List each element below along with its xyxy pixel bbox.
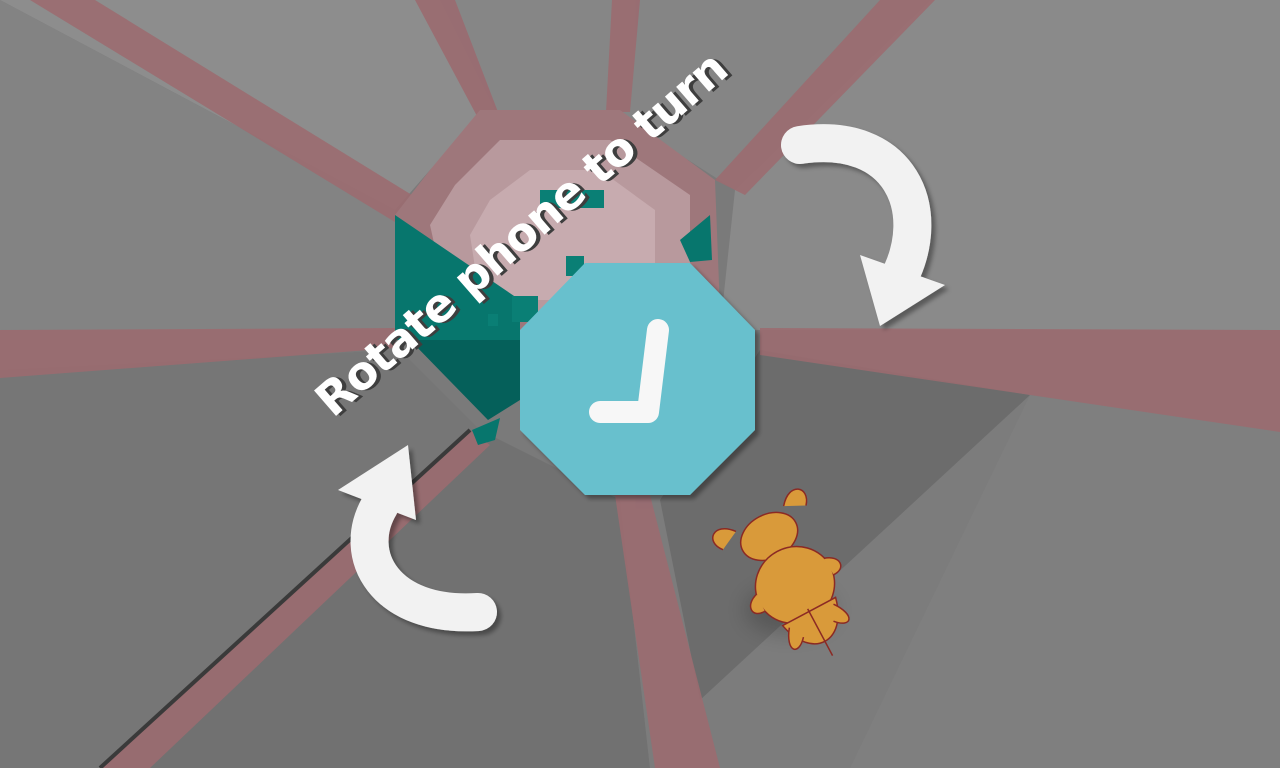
game-scene: Rotate phone to turn Rotate phone to tur…: [0, 0, 1280, 768]
confirm-button-octagon[interactable]: [520, 263, 755, 495]
obstacle-far-small-1: [488, 314, 498, 326]
confirm-button[interactable]: [520, 263, 755, 495]
